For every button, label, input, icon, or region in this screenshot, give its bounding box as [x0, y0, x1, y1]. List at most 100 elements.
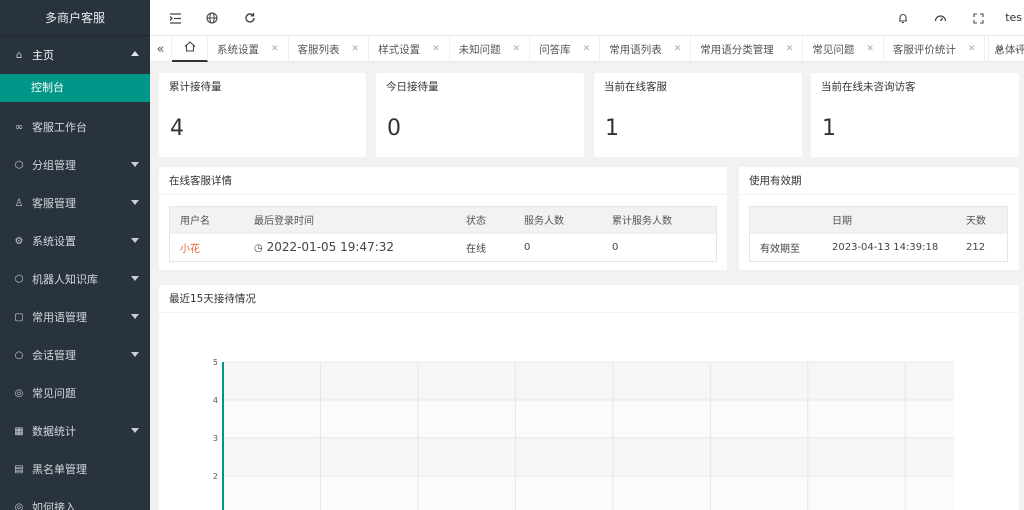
gear-icon: ⚙: [14, 235, 24, 247]
top-header: tes: [150, 0, 1024, 36]
sidebar-item-robot[interactable]: ⬡ 机器人知识库: [0, 260, 150, 298]
sidebar-item-home[interactable]: ⌂ 主页: [0, 36, 150, 74]
globe-icon[interactable]: [204, 10, 220, 26]
fullscreen-icon[interactable]: [970, 10, 986, 26]
sidebar-item-stats[interactable]: ▦ 数据统计: [0, 412, 150, 450]
home-icon: ⌂: [15, 49, 23, 61]
tab-label: 常用语分类管理: [700, 43, 774, 56]
stat-card-today-reception: 今日接待量 0: [376, 73, 584, 157]
close-icon[interactable]: ✕: [513, 44, 521, 54]
stat-card-value: 4: [170, 116, 184, 141]
y-tick-label: 2: [213, 472, 218, 481]
sidebar-item-label: 数据统计: [32, 425, 76, 438]
close-icon[interactable]: ✕: [968, 44, 976, 54]
sidebar-item-chat[interactable]: ○ 会话管理: [0, 336, 150, 374]
tab-label: 系统设置: [217, 43, 259, 56]
check-icon: ◎: [14, 501, 24, 510]
tab-item[interactable]: 常用语分类管理 ✕: [691, 36, 804, 62]
table-header-row: 日期 天数: [750, 207, 1007, 233]
close-icon[interactable]: ✕: [583, 44, 591, 54]
menu-toggle-icon[interactable]: [167, 10, 183, 26]
tabs-scroll-right-icon[interactable]: »: [988, 36, 1010, 62]
bell-icon[interactable]: [895, 10, 911, 26]
tab-item[interactable]: 客服评价统计 ✕: [884, 36, 986, 62]
stat-card-value: 0: [387, 116, 401, 141]
col-header: 服务人数: [514, 207, 602, 233]
sidebar-item-label: 常见问题: [32, 387, 76, 400]
tab-item[interactable]: 问答库 ✕: [530, 36, 601, 62]
y-tick-label: 4: [213, 396, 218, 405]
stat-card-total-reception: 累计接待量 4: [159, 73, 366, 157]
tabs-dropdown-icon[interactable]: ⌄: [1010, 36, 1024, 62]
validity-table: 日期 天数 有效期至 2023-04-13 14:39:18 212: [749, 206, 1008, 262]
close-icon[interactable]: ✕: [786, 44, 794, 54]
chevron-down-icon: [131, 276, 139, 281]
cube-icon: ⬡: [14, 159, 24, 171]
tab-label: 客服列表: [297, 43, 340, 56]
tab-item[interactable]: 未知问题 ✕: [450, 36, 531, 62]
chevron-down-icon: [131, 162, 139, 167]
col-header: 天数: [956, 207, 1007, 233]
stat-card-title: 累计接待量: [169, 81, 222, 93]
col-header: 状态: [456, 207, 514, 233]
sidebar-item-shield[interactable]: ◎ 常见问题: [0, 374, 150, 412]
sidebar-item-label: 机器人知识库: [32, 273, 98, 286]
tab-item[interactable]: 系统设置 ✕: [208, 36, 289, 62]
chart-grid-band: [223, 400, 954, 438]
stat-card-value: 1: [822, 116, 836, 141]
table-header-row: 用户名 最后登录时间 状态 服务人数 累计服务人数: [170, 207, 716, 233]
sidebar-item-check[interactable]: ◎ 如何接入: [0, 488, 150, 510]
tabs-scroll-left-icon[interactable]: «: [150, 36, 172, 62]
sidebar-item-cube[interactable]: ⬡ 分组管理: [0, 146, 150, 184]
refresh-icon[interactable]: [242, 10, 258, 26]
sidebar-item-label: 客服工作台: [32, 121, 87, 134]
sidebar-item-label: 分组管理: [32, 159, 76, 172]
sidebar-subitem-console[interactable]: 控制台: [0, 74, 150, 102]
app-logo-title: 多商户客服: [0, 0, 150, 36]
tab-item[interactable]: 常见问题 ✕: [803, 36, 884, 62]
serving-count-cell: 0: [514, 232, 602, 261]
tabs-bar: « 系统设置 ✕ 客服列表 ✕ 样式设置 ✕ 未知问题 ✕ 问答库 ✕ 常用语列表 ✕ 常用语分类管理 ✕…: [150, 36, 1024, 62]
close-icon[interactable]: ✕: [352, 44, 360, 54]
chevron-down-icon: [131, 200, 139, 205]
sidebar-item-blacklist[interactable]: ▤ 黑名单管理: [0, 450, 150, 488]
sidebar: 多商户客服 ⌂ 主页 控制台 ∞ 客服工作台 ⬡ 分组管理 ♙ 客服管理 ⚙ 系统设置 ⬡ 机器人知识库…: [0, 0, 150, 510]
shield-icon: ◎: [14, 387, 24, 399]
tab-label: 常用语列表: [609, 43, 662, 56]
tab-label: 客服评价统计: [892, 43, 956, 56]
tab-label: 未知问题: [458, 43, 501, 56]
online-agents-panel: 在线客服详情 用户名 最后登录时间 状态 服务人数 累计服务人数 小花 ◷ 20…: [159, 167, 727, 270]
tab-home[interactable]: [172, 36, 208, 62]
sidebar-item-gear[interactable]: ⚙ 系统设置: [0, 222, 150, 260]
theme-icon[interactable]: [932, 10, 948, 26]
chart-grid-band: [223, 362, 954, 400]
panel-title: 在线客服详情: [159, 167, 727, 195]
close-icon[interactable]: ✕: [866, 44, 874, 54]
tab-item[interactable]: 常用语列表 ✕: [600, 36, 692, 62]
tab-label: 常见问题: [812, 43, 855, 56]
sidebar-item-user[interactable]: ♙ 客服管理: [0, 184, 150, 222]
sidebar-item-note[interactable]: ▢ 常用语管理: [0, 298, 150, 336]
agent-name-link[interactable]: 小花: [170, 232, 244, 261]
chat-icon: ○: [14, 349, 24, 361]
stat-card-title: 今日接待量: [386, 81, 439, 93]
tab-item[interactable]: 客服列表 ✕: [289, 36, 370, 62]
sidebar-item-label: 如何接入: [32, 501, 76, 510]
reception-chart-panel: 最近15天接待情况 5432: [159, 285, 1019, 510]
sidebar-item-link[interactable]: ∞ 客服工作台: [0, 108, 150, 146]
col-header: 日期: [822, 207, 956, 233]
table-row: 有效期至 2023-04-13 14:39:18 212: [750, 232, 1007, 261]
tab-label: 问答库: [539, 43, 571, 56]
close-icon[interactable]: ✕: [674, 44, 682, 54]
validity-panel: 使用有效期 日期 天数 有效期至 2023-04-13 14:39:18 212: [739, 167, 1019, 270]
robot-icon: ⬡: [14, 273, 24, 285]
close-icon[interactable]: ✕: [432, 44, 440, 54]
close-icon[interactable]: ✕: [271, 44, 279, 54]
user-name[interactable]: tes: [1005, 11, 1022, 24]
table-row: 小花 ◷ 2022-01-05 19:47:32 在线 0 0: [170, 232, 716, 261]
tab-item[interactable]: 样式设置 ✕: [369, 36, 450, 62]
col-header: 用户名: [170, 207, 244, 233]
sidebar-item-label: 会话管理: [32, 349, 76, 362]
tab-label: 样式设置: [378, 43, 421, 56]
home-icon: [184, 41, 196, 55]
